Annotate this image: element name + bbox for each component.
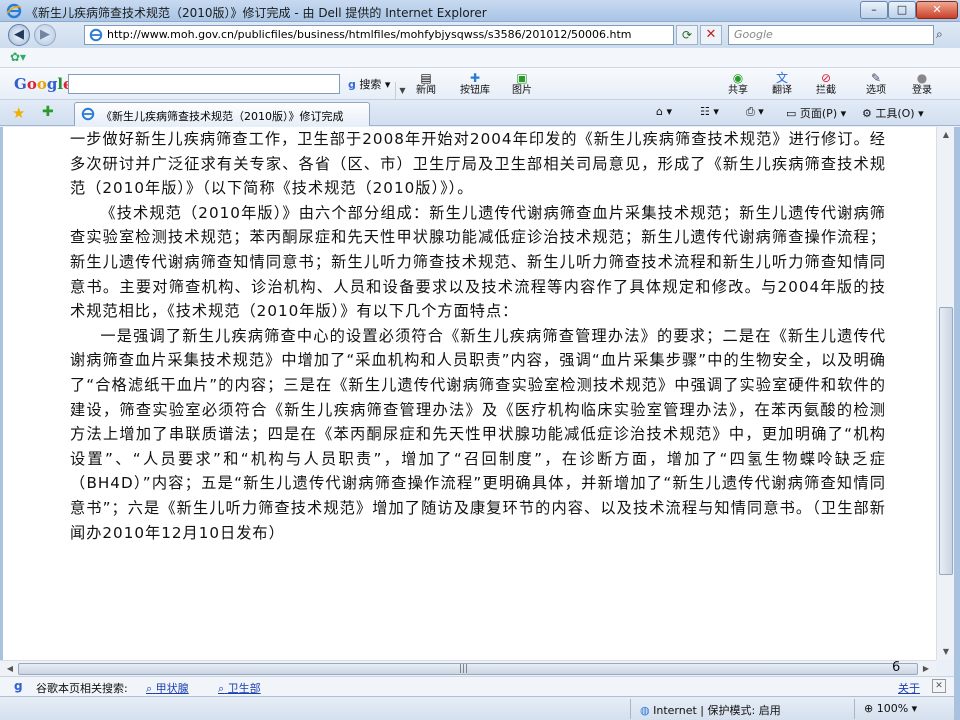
page-menu-button[interactable]: ▭ 页面(P) ▾ [786, 105, 846, 121]
divider [630, 699, 631, 719]
tab-label: 《新生儿疾病筛查技术规范（2010版）》修订完成 [101, 110, 344, 123]
search-icon[interactable]: ⌕ [936, 27, 943, 42]
user-icon: ● [916, 71, 928, 85]
divider [854, 699, 855, 719]
about-link[interactable]: 关于 [898, 680, 920, 696]
scroll-left-icon[interactable]: ◀ [2, 661, 18, 677]
paragraph: 《技术规范（2010年版）》由六个部分组成：新生儿遗传代谢病筛查血片采集技术规范… [70, 203, 886, 321]
browser-window: 《新生儿疾病筛查技术规范（2010版）》修订完成 - 由 Dell 提供的 In… [0, 0, 960, 720]
news-button[interactable]: ▤ 新闻 [416, 71, 436, 99]
ie-logo-icon [6, 3, 22, 19]
translate-button[interactable]: 文翻译 [772, 71, 792, 99]
address-input[interactable]: http://www.moh.gov.cn/publicfiles/busine… [84, 25, 750, 45]
favorites-star-icon[interactable]: ★ [12, 104, 25, 122]
google-toolbar: Google ▼ g 搜索 ▾ ▤新闻 ✚按钮库 ▣图片 ◉共享 文翻译 ⊘拦截… [0, 68, 960, 100]
search-icon: ⌕ [218, 682, 225, 695]
feeds-icon[interactable]: ☷ ▾ [700, 105, 719, 118]
zoom-control[interactable]: ⊕ 100% ▾ [864, 702, 917, 715]
home-icon[interactable]: ⌂ ▾ [656, 105, 672, 118]
address-toolbar: ◀ ▶ http://www.moh.gov.cn/publicfiles/bu… [0, 22, 960, 48]
chevron-down-icon[interactable]: ▼ [395, 82, 409, 100]
related-search-label: 谷歌本页相关搜索: [36, 682, 128, 695]
paragraph: 一是强调了新生儿疾病筛查中心的设置必须符合《新生儿疾病筛查管理办法》的要求；二是… [70, 326, 886, 542]
back-arrow-icon: ◀ [14, 27, 24, 42]
button-library-button[interactable]: ✚ 按钮库 [460, 71, 490, 99]
block-icon: ⊘ [820, 71, 832, 85]
search-input[interactable]: Google [728, 25, 934, 45]
images-button[interactable]: ▣ 图片 [512, 71, 532, 99]
tools-menu-button[interactable]: ⚙ 工具(O) ▾ [862, 105, 924, 121]
refresh-button[interactable]: ⟳ [676, 25, 698, 45]
print-icon[interactable]: ⎙ ▾ [746, 105, 764, 119]
share-button[interactable]: ◉ 共享 [728, 71, 748, 99]
options-button[interactable]: ✎ 选项 [866, 71, 886, 99]
google-g-icon: g [14, 679, 23, 693]
back-button[interactable]: ◀ [8, 24, 30, 46]
ie-logo-icon [81, 107, 95, 121]
news-icon: ▤ [420, 71, 432, 85]
share-icon: ◉ [732, 71, 744, 85]
translate-icon: 文 [775, 71, 788, 85]
maximize-icon: □ [896, 3, 908, 16]
search-icon: ⌕ [146, 682, 153, 695]
scroll-up-icon[interactable]: ▲ [938, 127, 954, 143]
title-bar: 《新生儿疾病筛查技术规范（2010版）》修订完成 - 由 Dell 提供的 In… [0, 0, 960, 22]
plus-icon: ✚ [469, 71, 481, 85]
close-icon: ✕ [932, 3, 942, 16]
globe-icon: ◍ [640, 704, 650, 717]
vertical-scrollbar[interactable]: ▲ ▼ [936, 127, 954, 660]
tab-bar: ★ ✚ 《新生儿疾病筛查技术规范（2010版）》修订完成 ⌂ ▾ ☷ ▾ ⎙ ▾… [0, 100, 960, 126]
scroll-down-icon[interactable]: ▼ [938, 644, 954, 660]
search-placeholder: Google [734, 28, 773, 41]
scroll-right-icon[interactable]: ▶ [918, 661, 934, 677]
tab-active[interactable]: 《新生儿疾病筛查技术规范（2010版）》修订完成 [74, 102, 370, 126]
google-logo[interactable]: Google [14, 75, 73, 93]
article-text: 一步做好新生儿疾病筛查工作，卫生部于2008年开始对2004年印发的《新生儿疾病… [70, 127, 886, 545]
maximize-button[interactable]: □ [888, 1, 916, 19]
minimize-icon: – [871, 3, 877, 16]
horizontal-scrollbar[interactable]: ◀ ||| ▶ [0, 660, 936, 676]
status-bar: ◍ Internet | 保护模式: 启用 ⊕ 100% ▾ [0, 696, 954, 720]
window-frame-left [0, 127, 3, 660]
related-link[interactable]: ⌕ 甲状腺 [146, 680, 189, 696]
zoom-icon: ⊕ [864, 702, 874, 715]
page-number: 6 [892, 660, 901, 675]
security-zone[interactable]: ◍ Internet | 保护模式: 启用 [640, 702, 781, 718]
window-title: 《新生儿疾病筛查技术规范（2010版）》修订完成 - 由 Dell 提供的 In… [26, 6, 487, 20]
page-content: 一步做好新生儿疾病筛查工作，卫生部于2008年开始对2004年印发的《新生儿疾病… [0, 127, 936, 660]
forward-arrow-icon: ▶ [40, 27, 50, 42]
links-bar: ✿▾ [0, 48, 960, 68]
login-button[interactable]: ● 登录 [912, 71, 932, 99]
add-favorite-icon[interactable]: ✚ [42, 104, 54, 120]
grip-icon: ||| [459, 664, 469, 674]
close-button[interactable]: ✕ [916, 1, 958, 19]
minimize-button[interactable]: – [860, 1, 888, 19]
forward-button[interactable]: ▶ [34, 24, 56, 46]
wrench-icon: ✎ [870, 71, 882, 85]
hscroll-thumb[interactable]: ||| [18, 663, 918, 675]
stop-button[interactable]: ✕ [700, 25, 722, 45]
google-g-icon: g [348, 78, 356, 91]
image-icon: ▣ [516, 71, 528, 85]
block-button[interactable]: ⊘ 拦截 [816, 71, 836, 99]
page-icon [89, 28, 103, 42]
links-icon[interactable]: ✿▾ [10, 50, 26, 64]
related-link[interactable]: ⌕ 卫生部 [218, 680, 261, 696]
close-icon[interactable]: ✕ [932, 679, 946, 693]
google-search-input[interactable]: ▼ [68, 74, 406, 100]
window-frame-right [954, 127, 960, 720]
scroll-thumb[interactable] [939, 307, 953, 575]
related-search-bar: g 谷歌本页相关搜索: ⌕ 甲状腺 ⌕ 卫生部 关于 ✕ [0, 676, 954, 696]
address-url: http://www.moh.gov.cn/publicfiles/busine… [107, 28, 632, 41]
paragraph: 一步做好新生儿疾病筛查工作，卫生部于2008年开始对2004年印发的《新生儿疾病… [70, 130, 886, 198]
